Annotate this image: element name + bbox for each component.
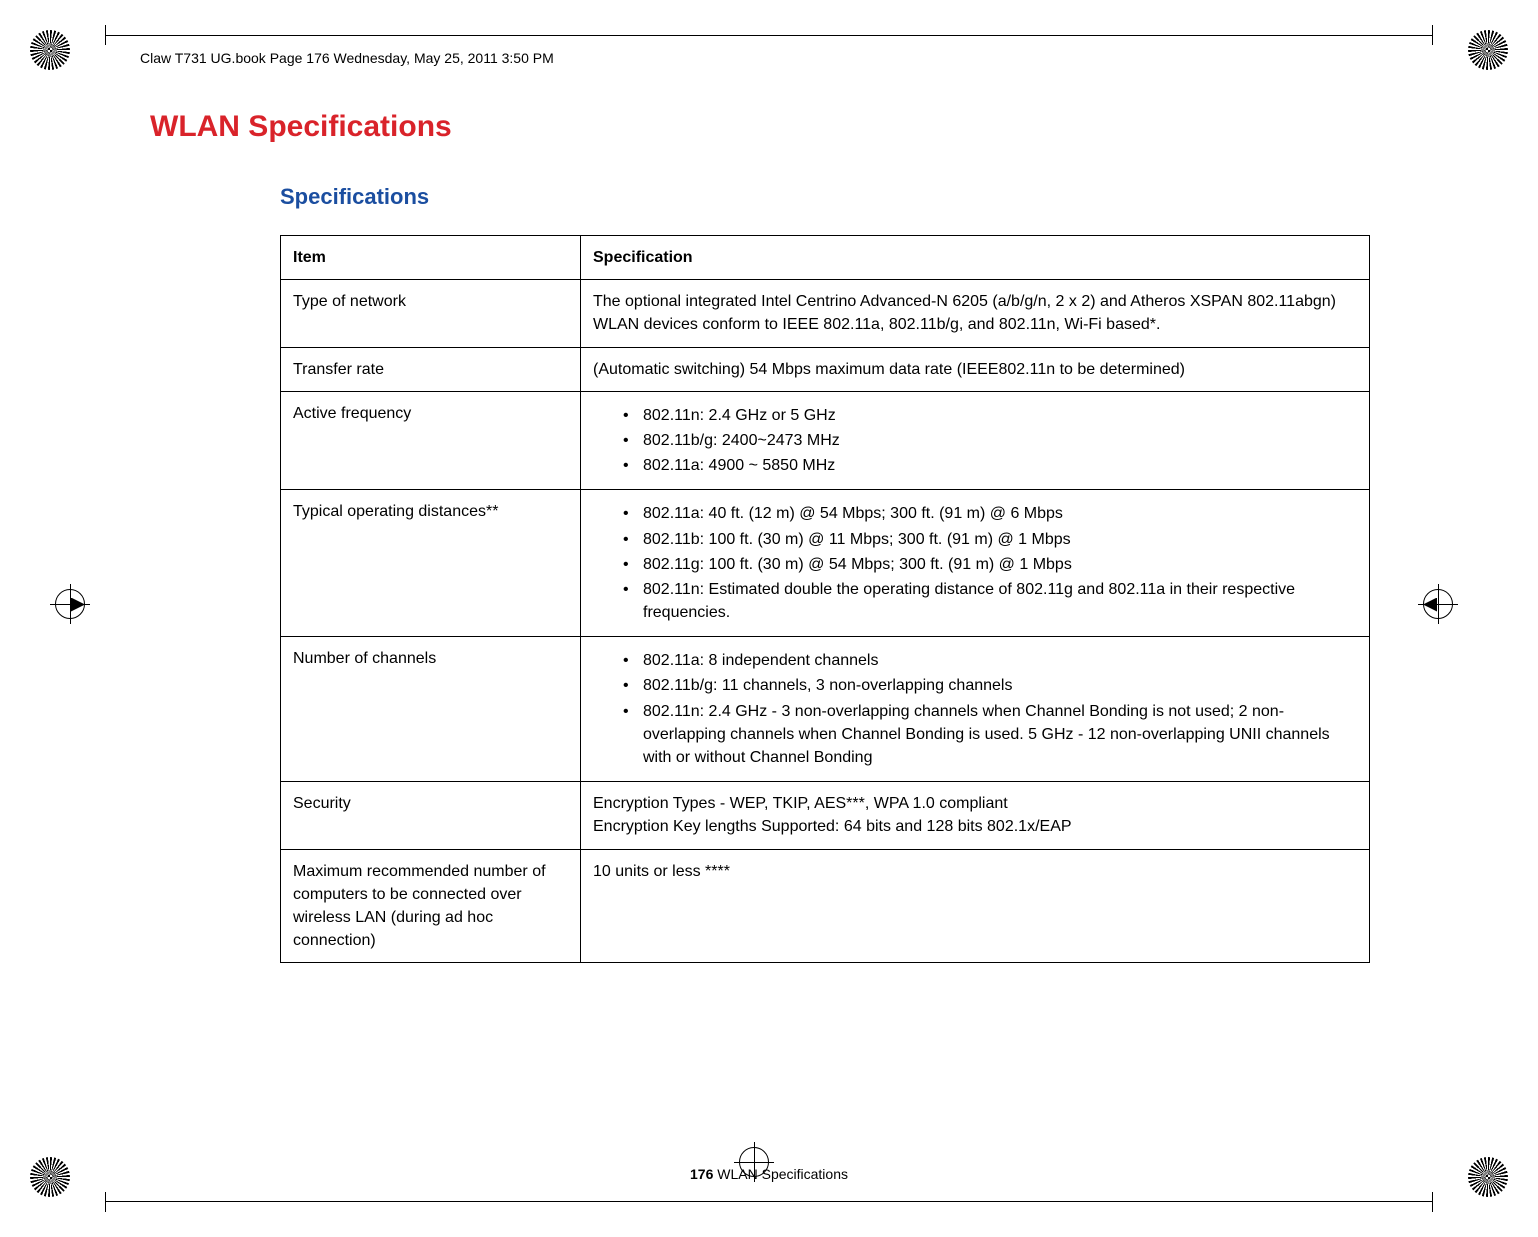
cell-spec: 802.11a: 8 independent channels 802.11b/… <box>581 637 1370 782</box>
page-title: WLAN Specifications <box>150 110 1388 144</box>
cell-item: Type of network <box>281 280 581 347</box>
cell-item: Security <box>281 782 581 849</box>
table-row: Security Encryption Types - WEP, TKIP, A… <box>281 782 1370 849</box>
list-item: 802.11n: Estimated double the operating … <box>623 578 1357 624</box>
registration-mark-bl <box>30 1157 80 1207</box>
registration-mark-br <box>1458 1157 1508 1207</box>
table-header-item: Item <box>281 236 581 280</box>
cell-item: Transfer rate <box>281 347 581 391</box>
running-head: Claw T731 UG.book Page 176 Wednesday, Ma… <box>140 50 554 66</box>
page-number: 176 <box>690 1166 713 1182</box>
cell-spec: Encryption Types - WEP, TKIP, AES***, WP… <box>581 782 1370 849</box>
cell-item: Maximum recommended number of computers … <box>281 849 581 963</box>
list-item: 802.11a: 40 ft. (12 m) @ 54 Mbps; 300 ft… <box>623 502 1357 525</box>
registration-mark-tr <box>1458 30 1508 80</box>
table-row: Number of channels 802.11a: 8 independen… <box>281 637 1370 782</box>
list-item: 802.11a: 8 independent channels <box>623 649 1357 672</box>
table-row: Typical operating distances** 802.11a: 4… <box>281 490 1370 637</box>
list-item: 802.11g: 100 ft. (30 m) @ 54 Mbps; 300 f… <box>623 553 1357 576</box>
list-item: 802.11b/g: 2400~2473 MHz <box>623 429 1357 452</box>
table-row: Active frequency 802.11n: 2.4 GHz or 5 G… <box>281 391 1370 490</box>
security-line-1: Encryption Types - WEP, TKIP, AES***, WP… <box>593 792 1357 815</box>
security-line-2: Encryption Key lengths Supported: 64 bit… <box>593 815 1357 838</box>
page-footer: 176 WLAN Specifications <box>0 1166 1538 1182</box>
list-item: 802.11n: 2.4 GHz - 3 non-overlapping cha… <box>623 700 1357 770</box>
footer-label: WLAN Specifications <box>713 1166 848 1182</box>
cell-item: Active frequency <box>281 391 581 490</box>
table-row: Type of network The optional integrated … <box>281 280 1370 347</box>
table-row: Transfer rate (Automatic switching) 54 M… <box>281 347 1370 391</box>
cell-item: Number of channels <box>281 637 581 782</box>
list-item: 802.11b: 100 ft. (30 m) @ 11 Mbps; 300 f… <box>623 528 1357 551</box>
cell-spec: 10 units or less **** <box>581 849 1370 963</box>
registration-mark-tl <box>30 30 80 80</box>
list-item: 802.11a: 4900 ~ 5850 MHz <box>623 454 1357 477</box>
cell-spec: 802.11a: 40 ft. (12 m) @ 54 Mbps; 300 ft… <box>581 490 1370 637</box>
cell-spec: (Automatic switching) 54 Mbps maximum da… <box>581 347 1370 391</box>
specifications-table: Item Specification Type of network The o… <box>280 235 1370 963</box>
table-header-spec: Specification <box>581 236 1370 280</box>
cell-spec: The optional integrated Intel Centrino A… <box>581 280 1370 347</box>
table-header-row: Item Specification <box>281 236 1370 280</box>
section-subtitle: Specifications <box>280 184 1388 210</box>
cell-item: Typical operating distances** <box>281 490 581 637</box>
page-content: WLAN Specifications Specifications Item … <box>150 110 1388 963</box>
list-item: 802.11b/g: 11 channels, 3 non-overlappin… <box>623 674 1357 697</box>
list-item: 802.11n: 2.4 GHz or 5 GHz <box>623 404 1357 427</box>
table-row: Maximum recommended number of computers … <box>281 849 1370 963</box>
cell-spec: 802.11n: 2.4 GHz or 5 GHz 802.11b/g: 240… <box>581 391 1370 490</box>
